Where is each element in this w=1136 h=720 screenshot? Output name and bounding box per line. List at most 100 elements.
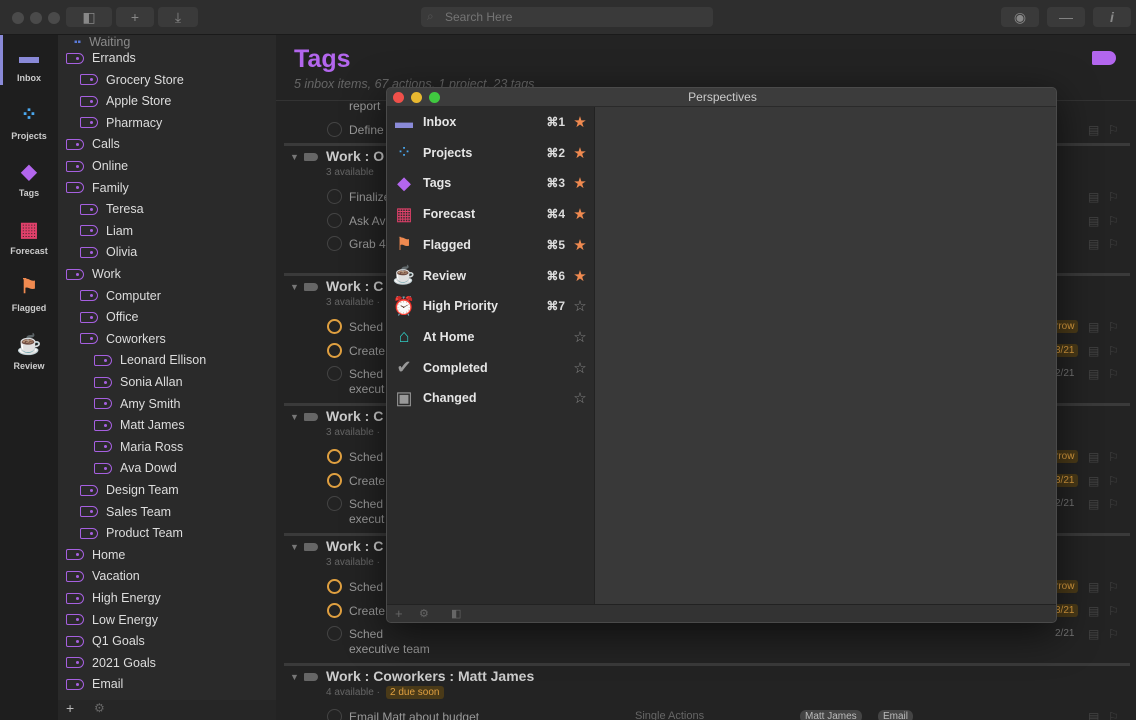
inspector-button[interactable]: i — [1093, 7, 1131, 27]
star-filled-icon[interactable]: ★ — [571, 144, 589, 162]
task-title[interactable]: Sched — [349, 497, 383, 511]
perspective-item-changed[interactable]: ▣ Changed ☆ — [387, 383, 595, 413]
flag-icon[interactable]: ⚐ — [1108, 237, 1119, 251]
checkbox[interactable] — [327, 496, 342, 511]
tag-pill[interactable]: Email — [878, 710, 914, 720]
checkbox[interactable] — [327, 626, 342, 641]
star-outline-icon[interactable]: ☆ — [571, 389, 589, 407]
flag-icon[interactable]: ⚐ — [1108, 190, 1119, 204]
flag-icon[interactable]: ⚐ — [1108, 214, 1119, 228]
star-outline-icon[interactable]: ☆ — [571, 359, 589, 377]
tag-item[interactable]: Apple Store — [80, 94, 171, 108]
new-item-button[interactable]: + — [116, 7, 154, 27]
tag-item[interactable]: Errands — [66, 51, 136, 65]
add-perspective-button[interactable]: + — [395, 606, 403, 621]
star-filled-icon[interactable]: ★ — [571, 174, 589, 192]
flag-icon[interactable]: ⚐ — [1108, 320, 1119, 334]
tag-pill[interactable]: Matt James — [800, 710, 862, 720]
perspective-item-high-priority[interactable]: ⏰ High Priority ⌘7 ☆ — [387, 291, 595, 321]
note-icon[interactable]: ▤ — [1088, 604, 1099, 618]
gear-icon[interactable]: ⚙ — [94, 701, 105, 715]
gear-icon[interactable]: ⚙ — [419, 607, 429, 620]
tag-item[interactable]: Sales Team — [80, 505, 171, 519]
disclosure-triangle[interactable]: ▼ — [290, 542, 299, 552]
checkbox[interactable] — [327, 366, 342, 381]
window-minimize-button[interactable] — [30, 12, 42, 24]
task-title[interactable]: Define — [349, 123, 384, 137]
note-icon[interactable]: ▤ — [1088, 367, 1099, 381]
close-button[interactable] — [393, 92, 404, 103]
minimize-button[interactable] — [411, 92, 422, 103]
perspective-item-at-home[interactable]: ⌂ At Home ☆ — [387, 322, 595, 352]
perspective-item-completed[interactable]: ✔ Completed ☆ — [387, 353, 595, 383]
flag-icon[interactable]: ⚐ — [1108, 710, 1119, 720]
disclosure-triangle[interactable]: ▼ — [290, 152, 299, 162]
note-icon[interactable]: ▤ — [1088, 123, 1099, 137]
flag-icon[interactable]: ⚐ — [1108, 450, 1119, 464]
rail-item-tags[interactable]: ◆ Tags — [0, 160, 58, 198]
tag-item[interactable]: Computer — [80, 289, 161, 303]
flag-icon[interactable]: ⚐ — [1108, 474, 1119, 488]
tag-item[interactable]: 2021 Goals — [66, 656, 156, 670]
checkbox[interactable] — [327, 342, 342, 358]
tag-item[interactable]: Email — [66, 677, 123, 691]
checkbox[interactable] — [327, 122, 342, 137]
note-icon[interactable]: ▤ — [1088, 190, 1099, 204]
note-icon[interactable]: ▤ — [1088, 710, 1099, 720]
task-title[interactable]: Finalize — [349, 190, 390, 204]
tag-item[interactable]: Low Energy — [66, 613, 158, 627]
disclosure-triangle[interactable]: ▼ — [290, 282, 299, 292]
rail-item-flagged[interactable]: ⚑ Flagged — [0, 275, 58, 313]
sidebar-toggle-icon[interactable]: ◧ — [451, 607, 461, 620]
disclosure-triangle[interactable]: ▼ — [290, 672, 299, 682]
note-icon[interactable]: ▤ — [1088, 474, 1099, 488]
task-title[interactable]: Sched — [349, 450, 383, 464]
note-icon[interactable]: ▤ — [1088, 450, 1099, 464]
flag-icon[interactable]: ⚐ — [1108, 627, 1119, 641]
star-outline-icon[interactable]: ☆ — [571, 328, 589, 346]
star-filled-icon[interactable]: ★ — [571, 113, 589, 131]
flag-icon[interactable]: ⚐ — [1108, 344, 1119, 358]
tag-item[interactable]: Grocery Store — [80, 73, 184, 87]
checkbox[interactable] — [327, 236, 342, 251]
tag-item[interactable]: Family — [66, 181, 129, 195]
task-title[interactable]: Sched — [349, 580, 383, 594]
task-title[interactable]: Sched — [349, 320, 383, 334]
tag-item[interactable]: Leonard Ellison — [94, 353, 206, 367]
checkbox[interactable] — [327, 472, 342, 488]
view-options-button[interactable]: ◉ — [1001, 7, 1039, 27]
flag-icon[interactable]: ⚐ — [1108, 123, 1119, 137]
tag-item[interactable]: Home — [66, 548, 125, 562]
tag-item[interactable]: Online — [66, 159, 128, 173]
zoom-button[interactable] — [429, 92, 440, 103]
flag-icon[interactable]: ⚐ — [1108, 580, 1119, 594]
sidebar-toggle-button[interactable]: ◧ — [66, 7, 112, 27]
flag-icon[interactable]: ⚐ — [1108, 497, 1119, 511]
focus-button[interactable]: — — [1047, 7, 1085, 27]
perspective-item-tags[interactable]: ◆ Tags ⌘3 ★ — [387, 168, 595, 198]
tag-item[interactable]: Olivia — [80, 245, 137, 259]
tag-item[interactable]: Office — [80, 310, 138, 324]
checkbox[interactable] — [327, 189, 342, 204]
rail-item-review[interactable]: ☕ Review — [0, 333, 58, 371]
task-title[interactable]: Grab 4 — [349, 237, 386, 251]
note-icon[interactable]: ▤ — [1088, 320, 1099, 334]
tag-item-waiting[interactable]: ▪▪ Waiting — [74, 35, 130, 49]
perspective-item-projects[interactable]: ⁘ Projects ⌘2 ★ — [387, 138, 595, 168]
task-title[interactable]: Ask Av — [349, 214, 385, 228]
flag-icon[interactable]: ⚐ — [1108, 367, 1119, 381]
tag-item[interactable]: High Energy — [66, 591, 161, 605]
star-filled-icon[interactable]: ★ — [571, 267, 589, 285]
tag-item[interactable]: Work — [66, 267, 121, 281]
tag-item[interactable]: Coworkers — [80, 332, 166, 346]
perspective-item-flagged[interactable]: ⚑ Flagged ⌘5 ★ — [387, 230, 595, 260]
rail-item-forecast[interactable]: ▦ Forecast — [0, 218, 58, 256]
window-zoom-button[interactable] — [48, 12, 60, 24]
perspective-item-inbox[interactable]: ▬ Inbox ⌘1 ★ — [387, 107, 595, 137]
task-title[interactable]: Sched — [349, 627, 383, 641]
tag-item[interactable]: Ava Dowd — [94, 461, 177, 475]
tag-item[interactable]: Product Team — [80, 526, 183, 540]
tag-item[interactable]: Amy Smith — [94, 397, 180, 411]
checkbox[interactable] — [327, 212, 342, 228]
add-tag-button[interactable]: + — [66, 700, 74, 716]
